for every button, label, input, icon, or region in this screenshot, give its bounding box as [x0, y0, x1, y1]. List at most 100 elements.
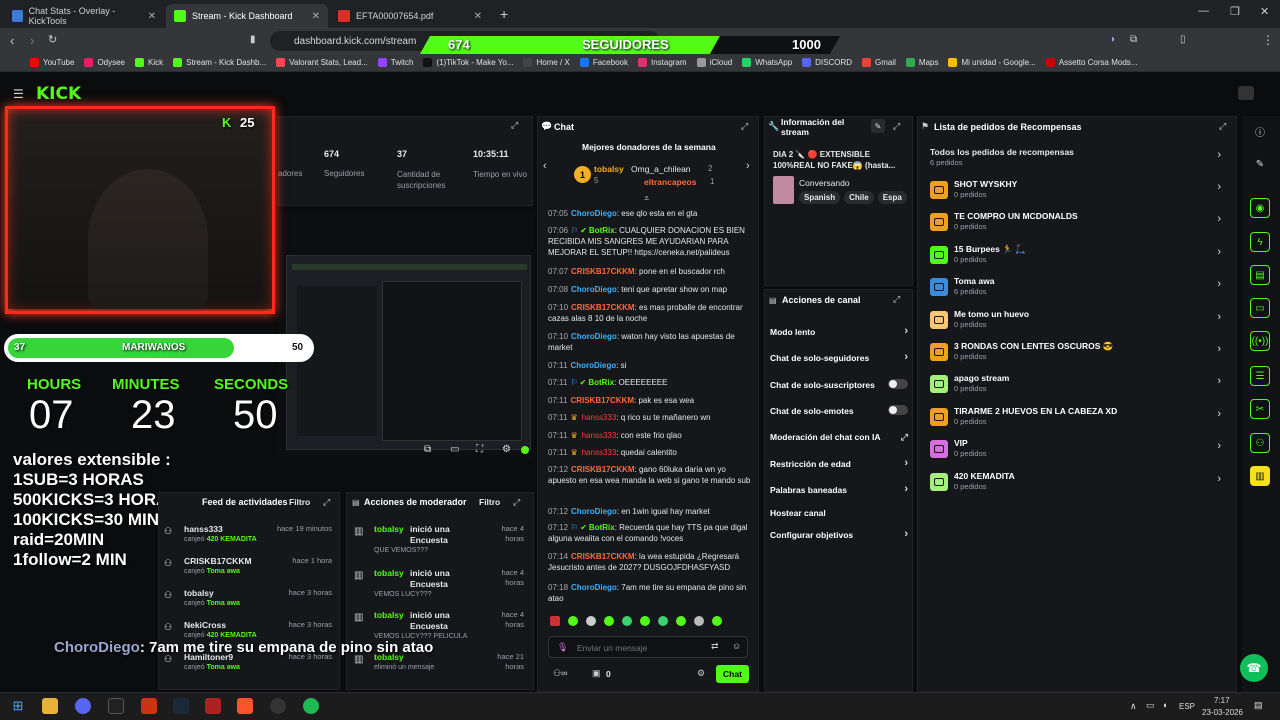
chat-message-user[interactable]: hanss333 [582, 448, 617, 457]
bookmark-item[interactable]: YouTube [30, 58, 74, 67]
bookmark-item[interactable]: (1)TikTok - Make Yo... [423, 58, 513, 67]
new-tab-icon[interactable]: + [500, 6, 508, 22]
toggle-switch[interactable] [888, 405, 908, 415]
list-icon[interactable]: ☰ [1250, 366, 1270, 386]
stream-tag[interactable]: Chile [844, 191, 874, 204]
bookmark-item[interactable]: DISCORD [802, 58, 852, 67]
chat-message[interactable]: 07:11 ♛ hanss333: quedai calentito [548, 447, 753, 458]
mod-action-user[interactable]: tobalsy [374, 568, 404, 578]
chat-message-user[interactable]: CRISKB17CKKM [570, 396, 634, 405]
chat-message-user[interactable]: hanss333 [582, 413, 617, 422]
close-icon[interactable]: ✕ [148, 11, 156, 22]
puzzle-icon[interactable]: ⧉ [1130, 34, 1137, 45]
stream-tag[interactable]: Espa [877, 191, 907, 204]
reward-row[interactable]: 15 Burpees 🏃 🛴 0 pedidos › [930, 243, 1225, 271]
menu-icon[interactable]: ⋮ [1262, 33, 1274, 47]
emote-icon[interactable] [640, 616, 650, 626]
chat-message-user[interactable]: CRISKB17CKKM [571, 552, 635, 561]
toggle-switch[interactable] [888, 379, 908, 389]
bookmark-item[interactable]: Facebook [579, 58, 628, 67]
chat-message-user[interactable]: ChoroDiego [571, 285, 617, 294]
tab-chat-stats[interactable]: Chat Stats - Overlay - KickTools ✕ [4, 4, 164, 28]
info-icon[interactable]: ⓘ [1250, 121, 1270, 141]
reload-icon[interactable]: ↻ [48, 33, 57, 46]
message-icon[interactable]: ▭ [1250, 298, 1270, 318]
category-name[interactable]: Conversando [799, 178, 850, 188]
chat-message[interactable]: 07:08 ChoroDiego: teni que apretar show o… [548, 284, 753, 295]
channel-action-item[interactable]: Chat de solo-seguidores › [770, 351, 908, 363]
minimize-icon[interactable]: — [1198, 5, 1209, 17]
channel-action-item[interactable]: Modo lento › [770, 325, 908, 337]
activity-user[interactable]: NekiCross [184, 620, 226, 630]
mod-action-user[interactable]: tobalsy [374, 524, 404, 534]
activity-filter-button[interactable]: Filtro [289, 497, 310, 507]
activity-item[interactable]: ⚇ hanss333 hace 19 minutos canjeó 420 KEMAD… [164, 522, 336, 552]
mod-filter-button[interactable]: Filtro [479, 497, 500, 507]
explorer-icon[interactable] [42, 698, 58, 714]
reward-row[interactable]: VIP 0 pedidos › [930, 437, 1225, 465]
chat-message-user[interactable]: hanss333 [582, 431, 617, 440]
channel-action-item[interactable]: Moderación del chat con IA ⤢ [770, 432, 908, 442]
stream-tag[interactable]: Spanish [799, 191, 841, 204]
expand-icon[interactable]: ⤢ [323, 497, 330, 508]
chat-message[interactable]: 07:12 ⚐ ✔ BotRix: Recuerda que hay TTS pa q… [548, 522, 753, 544]
donors-prev-icon[interactable]: ‹ [543, 160, 547, 172]
bookmark-item[interactable]: Kick [135, 58, 163, 67]
chat-message[interactable]: 07:11 ⚐ ✔ BotRix: OEEEEEEEE [548, 377, 753, 388]
app-icon[interactable] [141, 698, 157, 714]
chat-message-user[interactable]: CRISKB17CKKM [571, 465, 635, 474]
emoji-icon[interactable]: ☺ [732, 641, 741, 651]
chat-message[interactable]: 07:18 ChoroDiego: 7am me tire su empana d… [548, 582, 753, 604]
chat-message[interactable]: 07:11 ♛ hanss333: con este frio qlao [548, 430, 753, 441]
bookmark-item[interactable]: Home / X [523, 58, 570, 67]
bookmark-icon[interactable]: ▮ [250, 34, 256, 45]
close-icon[interactable]: ✕ [474, 11, 482, 22]
emote-icon[interactable] [694, 616, 704, 626]
chat-message[interactable]: 07:05 ChoroDiego: ese qlo esta en el gta [548, 208, 753, 219]
pencil-icon[interactable]: ✎ [1250, 154, 1270, 174]
window-close-icon[interactable]: ✕ [1260, 5, 1269, 18]
points-icon[interactable]: ⚇∞ [553, 668, 567, 679]
bookmark-item[interactable]: Stream - Kick Dashb... [173, 58, 266, 67]
chat-message[interactable]: 07:11 ♛ hanss333: q rico su te mañanero wn [548, 412, 753, 423]
reward-row[interactable]: TE COMPRO UN MCDONALDS 0 pedidos › [930, 210, 1225, 238]
reward-row[interactable]: TIRARME 2 HUEVOS EN LA CABEZA XD 0 pedido… [930, 405, 1225, 433]
reward-row[interactable]: 420 KEMADITA 0 pedidos › [930, 470, 1225, 498]
emote-icon[interactable] [550, 616, 560, 626]
bookmark-item[interactable]: iCloud [696, 58, 732, 67]
mod-action-item[interactable]: ▥ tobalsy eliminó un mensaje hace 21 horas [352, 650, 528, 690]
chat-message-user[interactable]: ChoroDiego [571, 507, 617, 516]
tab-kick-dashboard[interactable]: Stream - Kick Dashboard ✕ [166, 4, 328, 28]
settings-icon[interactable]: ⚙ [502, 444, 511, 455]
share-icon[interactable]: ⚇ [1250, 433, 1270, 453]
forward-icon[interactable]: › [30, 33, 34, 48]
chat-input-box[interactable]: 🎙 ⇄ ☺ [548, 636, 748, 658]
epic-icon[interactable] [108, 698, 124, 714]
channel-action-item[interactable]: Chat de solo-suscriptores [770, 379, 908, 390]
chat-message[interactable]: 07:12 CRISKB17CKKM: gano 60luka daria wn … [548, 464, 753, 486]
sidebar-icon[interactable]: ▯ [1180, 34, 1186, 45]
notifications-icon[interactable]: ▤ [1254, 700, 1263, 711]
spotify-icon[interactable] [303, 698, 319, 714]
network-icon[interactable]: ▭ [1146, 700, 1155, 711]
bookmark-item[interactable]: Mi unidad - Google... [948, 58, 1036, 67]
chat-message-user[interactable]: ChoroDiego [571, 332, 617, 341]
activity-item[interactable]: ⚇ tobalsy hace 3 horas canjeó Toma awa [164, 586, 336, 616]
chat-message-user[interactable]: ChoroDiego [571, 209, 617, 218]
expand-icon[interactable]: ⤢ [893, 294, 900, 305]
emote-icon[interactable] [604, 616, 614, 626]
stream-preview[interactable]: ⧉ ▭ ⛶ ⚙ [278, 210, 533, 460]
chat-message[interactable]: 07:12 ChoroDiego: en 1win igual hay marke… [548, 506, 753, 517]
clock-date[interactable]: 23-03-2026 [1202, 708, 1243, 717]
expand-icon[interactable]: ⤢ [741, 121, 748, 132]
windows-start-icon[interactable]: ⊞ [10, 698, 26, 714]
chat-message-user[interactable]: ChoroDiego [570, 361, 616, 370]
chat-message-user[interactable]: BotRix [588, 378, 614, 387]
channel-action-item[interactable]: Palabras baneadas › [770, 483, 908, 495]
reward-row[interactable]: apago stream 0 pedidos › [930, 372, 1225, 400]
chat-message-input[interactable] [577, 640, 697, 655]
back-icon[interactable]: ‹ [10, 33, 14, 48]
reward-row[interactable]: 3 RONDAS CON LENTES OSCUROS 😎 0 pedidos › [930, 340, 1225, 368]
chat-message[interactable]: 07:14 CRISKB17CKKM: la wea estupida ¿Regr… [548, 551, 753, 573]
activity-user[interactable]: CRISKB17CKKM [184, 556, 252, 566]
